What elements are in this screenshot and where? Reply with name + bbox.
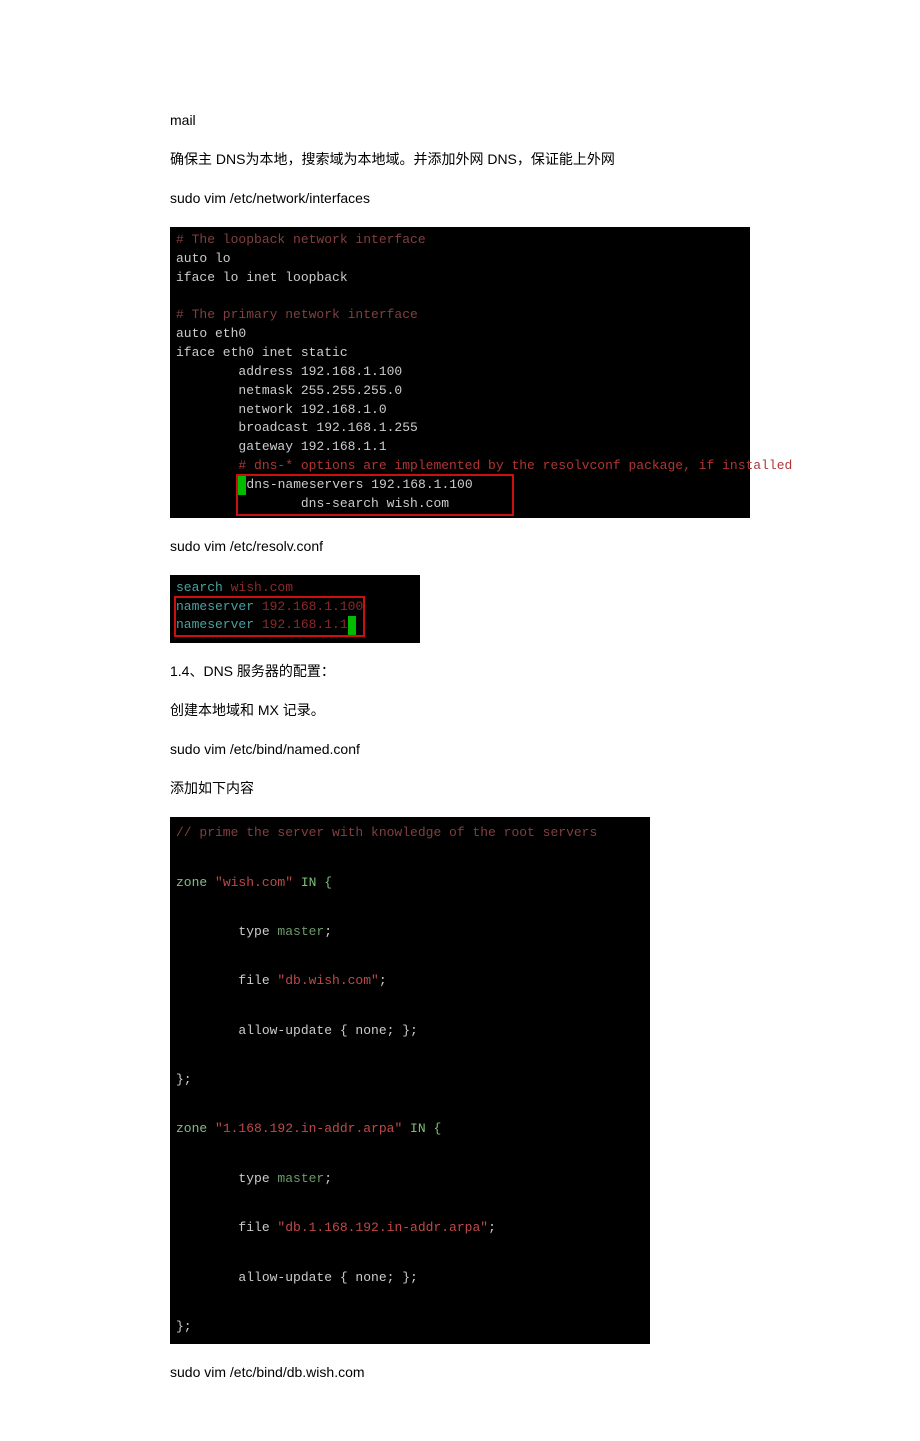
term3-l5: allow-update { none; }; (176, 1023, 418, 1038)
highlight-box-dns: dns-nameservers 192.168.1.100 dns-search… (238, 476, 511, 514)
term2-l3b: 192.168.1.1 (262, 617, 348, 632)
term3-l7b: "1.168.192.in-addr.arpa" (215, 1121, 402, 1136)
highlight-box-nameserver: nameserver 192.168.1.100 nameserver 192.… (176, 598, 363, 636)
text-dns-note: 确保主 DNS为本地，搜索域为本地域。并添加外网 DNS，保证能上外网 (170, 149, 750, 170)
term3-l3c: ; (324, 924, 332, 939)
cmd-named-conf: sudo vim /etc/bind/named.conf (170, 739, 750, 760)
text-section-1-4: 1.4、DNS 服务器的配置： (170, 661, 750, 682)
term3-l11: }; (176, 1319, 192, 1334)
term1-l13: # dns-* options are implemented by the r… (176, 458, 792, 473)
terminal-named-conf: // prime the server with knowledge of th… (170, 817, 650, 1343)
term1-l6: auto eth0 (176, 326, 246, 341)
term2-l1b: wish.com (231, 580, 293, 595)
text-add-following: 添加如下内容 (170, 778, 750, 799)
text-mail: mail (170, 110, 750, 131)
term1-l8: address 192.168.1.100 (176, 364, 402, 379)
cmd-interfaces: sudo vim /etc/network/interfaces (170, 188, 750, 209)
term1-l12: gateway 192.168.1.1 (176, 439, 387, 454)
cmd-db-wish: sudo vim /etc/bind/db.wish.com (170, 1362, 750, 1383)
term1-l1: # The loopback network interface (176, 232, 426, 247)
term1-l11: broadcast 192.168.1.255 (176, 420, 418, 435)
term3-l3b: master (277, 924, 324, 939)
term3-l4a: file (176, 973, 277, 988)
term1-l5: # The primary network interface (176, 307, 418, 322)
term3-l4b: "db.wish.com" (277, 973, 378, 988)
terminal-interfaces: # The loopback network interface auto lo… (170, 227, 750, 518)
document-page: mail 确保主 DNS为本地，搜索域为本地域。并添加外网 DNS，保证能上外网… (0, 0, 920, 1441)
term3-l4c: ; (379, 973, 387, 988)
term3-l9a: file (176, 1220, 277, 1235)
term2-l2b: 192.168.1.100 (262, 599, 363, 614)
term1-l3: iface lo inet loopback (176, 270, 348, 285)
term1-l10: network 192.168.1.0 (176, 402, 387, 417)
term1-l15b: dns-search wish.com (301, 496, 449, 511)
term3-l8c: ; (324, 1171, 332, 1186)
term1-l7: iface eth0 inet static (176, 345, 348, 360)
term3-l9b: "db.1.168.192.in-addr.arpa" (277, 1220, 488, 1235)
term3-l1: // prime the server with knowledge of th… (176, 825, 597, 840)
term3-l2b: "wish.com" (215, 875, 293, 890)
term1-l9: netmask 255.255.255.0 (176, 383, 402, 398)
cursor-icon-2 (348, 616, 356, 635)
term3-l2a: zone (176, 875, 215, 890)
term2-l3a: nameserver (176, 617, 262, 632)
term3-l7a: zone (176, 1121, 215, 1136)
term2-l2a: nameserver (176, 599, 262, 614)
term1-l2: auto lo (176, 251, 231, 266)
cmd-resolv: sudo vim /etc/resolv.conf (170, 536, 750, 557)
text-create-zone: 创建本地域和 MX 记录。 (170, 700, 750, 721)
term1-l14a (176, 496, 238, 511)
term1-l14b: dns-nameservers 192.168.1.100 (246, 477, 472, 492)
term3-l7c: IN { (402, 1121, 441, 1136)
terminal-resolv: search wish.com nameserver 192.168.1.100… (170, 575, 420, 644)
term3-l8b: master (277, 1171, 324, 1186)
term1-l15a (238, 496, 300, 511)
term3-l10: allow-update { none; }; (176, 1270, 418, 1285)
term3-l8a: type (176, 1171, 277, 1186)
term2-l1a: search (176, 580, 231, 595)
term3-l3a: type (176, 924, 277, 939)
term3-l2c: IN { (293, 875, 332, 890)
term3-l6: }; (176, 1072, 192, 1087)
term3-l9c: ; (488, 1220, 496, 1235)
